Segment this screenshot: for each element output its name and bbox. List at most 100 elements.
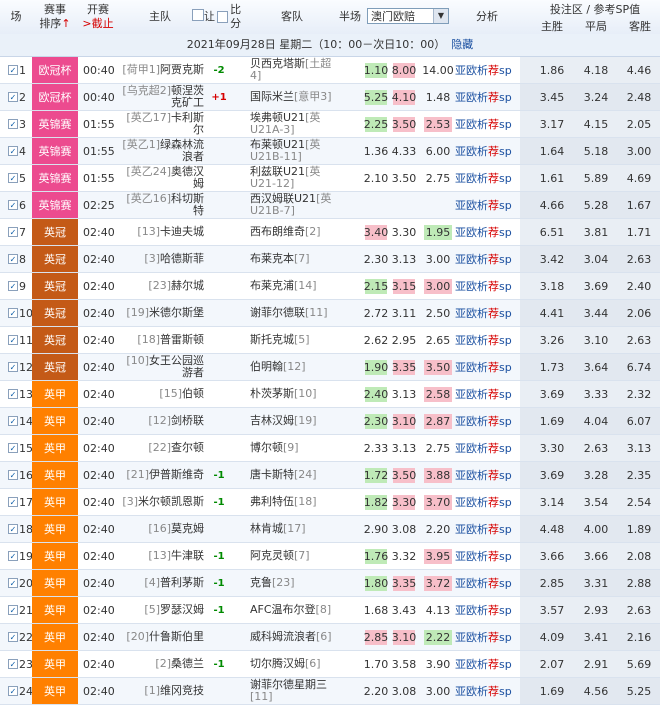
- league-badge[interactable]: 英锦赛: [32, 111, 78, 137]
- link-asian[interactable]: 亚: [455, 575, 466, 591]
- sp-away-win[interactable]: 2.05: [618, 111, 660, 137]
- link-asian[interactable]: 亚: [455, 116, 466, 132]
- link-asian[interactable]: 亚: [455, 305, 466, 321]
- link-asian[interactable]: 亚: [455, 359, 466, 375]
- link-analysis[interactable]: 析: [477, 62, 488, 78]
- sp-draw[interactable]: 3.66: [574, 543, 618, 569]
- link-asian[interactable]: 亚: [455, 629, 466, 645]
- home-name[interactable]: 罗瑟汉姆: [160, 603, 204, 616]
- home-name[interactable]: 女王公园巡游者: [149, 354, 204, 379]
- sp-home-win[interactable]: 1.73: [530, 354, 574, 380]
- league-badge[interactable]: 英冠: [32, 219, 78, 245]
- home-name[interactable]: 卡迪夫城: [160, 225, 204, 238]
- home-team[interactable]: [4]普利茅斯: [118, 570, 204, 596]
- home-team[interactable]: [2]桑德兰: [118, 651, 204, 677]
- odds-company-select[interactable]: 澳门欧赔 ▼: [367, 8, 449, 24]
- home-team[interactable]: [英乙17]卡利斯尔: [118, 111, 204, 137]
- home-name[interactable]: 牛津联: [171, 549, 204, 562]
- sp-home-win[interactable]: 4.48: [530, 516, 574, 542]
- link-sp[interactable]: sp: [499, 388, 512, 401]
- away-team[interactable]: 切尔腾汉姆[6]: [250, 651, 334, 677]
- link-analysis[interactable]: 析: [477, 197, 488, 213]
- link-euro[interactable]: 欧: [466, 170, 477, 186]
- sp-draw[interactable]: 3.33: [574, 381, 618, 407]
- sp-draw[interactable]: 3.24: [574, 84, 618, 110]
- link-analysis[interactable]: 析: [477, 413, 488, 429]
- link-asian[interactable]: 亚: [455, 143, 466, 159]
- link-asian[interactable]: 亚: [455, 170, 466, 186]
- link-sp[interactable]: sp: [499, 118, 512, 131]
- link-asian[interactable]: 亚: [455, 197, 466, 213]
- sp-away-win[interactable]: 6.74: [618, 354, 660, 380]
- away-team[interactable]: 阿克灵顿[7]: [250, 543, 334, 569]
- link-analysis[interactable]: 析: [477, 656, 488, 672]
- link-analysis[interactable]: 析: [477, 683, 488, 699]
- sp-home-win[interactable]: 3.66: [530, 543, 574, 569]
- away-name[interactable]: 林肯城: [250, 522, 283, 535]
- home-team[interactable]: [13]牛津联: [118, 543, 204, 569]
- away-team[interactable]: 吉林汉姆[19]: [250, 408, 334, 434]
- link-analysis[interactable]: 析: [477, 386, 488, 402]
- link-analysis[interactable]: 析: [477, 251, 488, 267]
- link-recommend[interactable]: 荐: [488, 575, 499, 591]
- league-badge[interactable]: 英甲: [32, 516, 78, 542]
- away-team[interactable]: 布莱克浦[14]: [250, 273, 334, 299]
- match-checkbox[interactable]: ✓: [8, 416, 18, 426]
- sp-home-win[interactable]: 1.69: [530, 678, 574, 704]
- link-euro[interactable]: 欧: [466, 62, 477, 78]
- league-badge[interactable]: 英甲: [32, 597, 78, 623]
- match-checkbox[interactable]: ✓: [8, 470, 18, 480]
- link-analysis[interactable]: 析: [477, 548, 488, 564]
- home-team[interactable]: [21]伊普斯维奇: [118, 462, 204, 488]
- link-sp[interactable]: sp: [499, 469, 512, 482]
- sp-home-win[interactable]: 6.51: [530, 219, 574, 245]
- link-recommend[interactable]: 荐: [488, 170, 499, 186]
- league-badge[interactable]: 英冠: [32, 246, 78, 272]
- link-analysis[interactable]: 析: [477, 332, 488, 348]
- sp-home-win[interactable]: 3.17: [530, 111, 574, 137]
- link-recommend[interactable]: 荐: [488, 278, 499, 294]
- home-team[interactable]: [乌克超2]顿涅茨克矿工: [118, 84, 204, 110]
- sp-home-win[interactable]: 3.14: [530, 489, 574, 515]
- sp-draw[interactable]: 3.69: [574, 273, 618, 299]
- link-asian[interactable]: 亚: [455, 251, 466, 267]
- link-asian[interactable]: 亚: [455, 386, 466, 402]
- link-recommend[interactable]: 荐: [488, 494, 499, 510]
- league-badge[interactable]: 英甲: [32, 435, 78, 461]
- league-badge[interactable]: 英甲: [32, 651, 78, 677]
- league-badge[interactable]: 英冠: [32, 273, 78, 299]
- sp-away-win[interactable]: 2.35: [618, 462, 660, 488]
- sp-away-win[interactable]: 3.00: [618, 138, 660, 164]
- sp-away-win[interactable]: 2.40: [618, 273, 660, 299]
- home-name[interactable]: 桑德兰: [171, 657, 204, 670]
- link-recommend[interactable]: 荐: [488, 413, 499, 429]
- away-team[interactable]: 贝西克塔斯[土超4]: [250, 57, 334, 83]
- home-team[interactable]: [16]莫克姆: [118, 516, 204, 542]
- away-name[interactable]: 西布朗维奇: [250, 225, 305, 238]
- away-name[interactable]: 伯明翰: [250, 360, 283, 373]
- sp-home-win[interactable]: 4.66: [530, 192, 574, 218]
- link-analysis[interactable]: 析: [477, 440, 488, 456]
- away-team[interactable]: 埃弗顿U21[英U21A-3]: [250, 111, 334, 137]
- link-analysis[interactable]: 析: [477, 494, 488, 510]
- match-checkbox[interactable]: ✓: [8, 200, 18, 210]
- away-team[interactable]: 西汉姆联U21[英U21B-7]: [250, 192, 334, 218]
- link-recommend[interactable]: 荐: [488, 467, 499, 483]
- link-sp[interactable]: sp: [499, 226, 512, 239]
- away-team[interactable]: 谢菲尔德联[11]: [250, 300, 334, 326]
- sp-draw[interactable]: 3.04: [574, 246, 618, 272]
- away-team[interactable]: 谢菲尔德星期三[11]: [250, 678, 334, 704]
- league-badge[interactable]: 英甲: [32, 381, 78, 407]
- sp-away-win[interactable]: 1.89: [618, 516, 660, 542]
- link-analysis[interactable]: 析: [477, 278, 488, 294]
- link-recommend[interactable]: 荐: [488, 197, 499, 213]
- link-asian[interactable]: 亚: [455, 548, 466, 564]
- sp-away-win[interactable]: 2.54: [618, 489, 660, 515]
- sp-away-win[interactable]: 4.69: [618, 165, 660, 191]
- league-badge[interactable]: 英甲: [32, 462, 78, 488]
- away-name[interactable]: 博尔顿: [250, 441, 283, 454]
- away-name[interactable]: 威科姆流浪者: [250, 630, 316, 643]
- hide-link[interactable]: 隐藏: [451, 38, 473, 51]
- sp-away-win[interactable]: 5.25: [618, 678, 660, 704]
- sp-draw[interactable]: 2.93: [574, 597, 618, 623]
